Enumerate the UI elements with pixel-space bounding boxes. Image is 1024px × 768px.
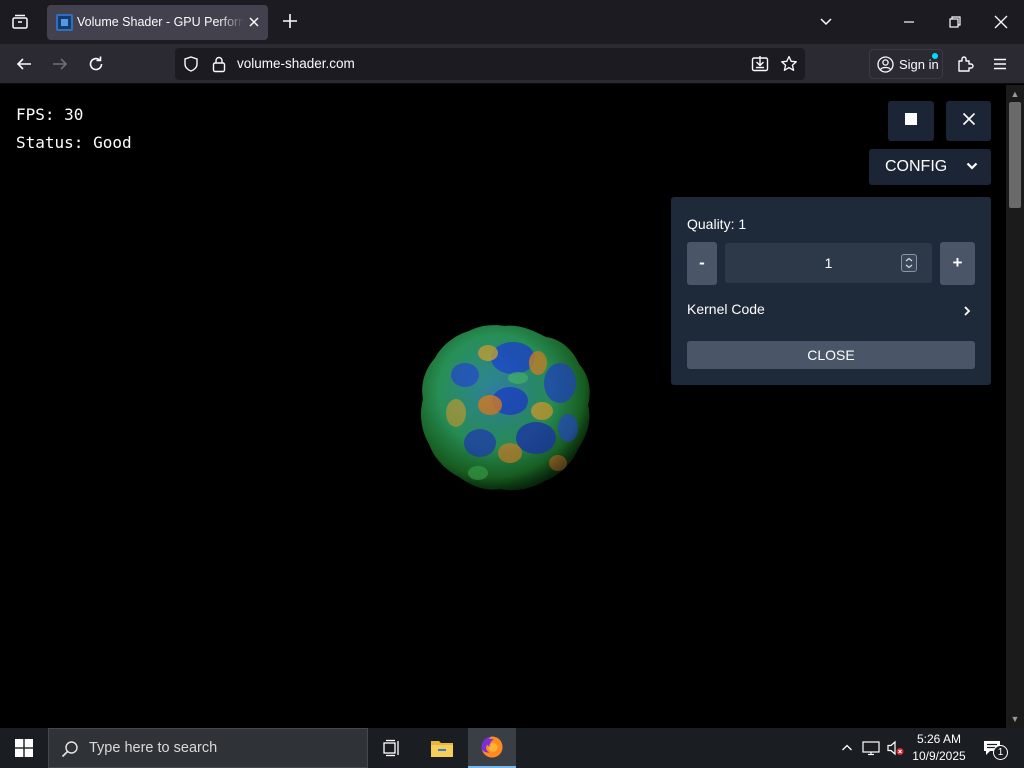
forward-arrow-icon[interactable] [46, 52, 74, 76]
close-view-button[interactable] [946, 101, 991, 141]
chevron-down-icon [965, 159, 979, 173]
scroll-up-arrow-icon[interactable]: ▲ [1010, 89, 1020, 99]
clock-date: 10/9/2025 [912, 749, 966, 763]
minimize-icon[interactable] [886, 0, 932, 44]
stop-button[interactable] [888, 101, 934, 141]
web-page: FPS: 30 Status: Good CONFIG Quality: 1 -… [0, 85, 1006, 728]
clock-time: 5:26 AM [916, 732, 962, 746]
save-page-icon[interactable] [751, 55, 769, 78]
chevron-right-icon [961, 304, 973, 316]
fps-readout: FPS: 30 [16, 105, 84, 124]
network-icon[interactable] [860, 728, 882, 768]
account-icon [877, 56, 894, 76]
screen: Volume Shader - GPU Performance Test [0, 0, 1024, 768]
notification-dot [932, 53, 938, 59]
tracking-shield-icon[interactable] [183, 56, 199, 77]
firefox-taskbar-icon[interactable] [468, 728, 516, 768]
url-text[interactable]: volume-shader.com [237, 56, 355, 71]
address-bar[interactable]: volume-shader.com [175, 48, 805, 80]
task-view-icon[interactable] [368, 728, 416, 768]
browser-tab[interactable]: Volume Shader - GPU Performance Test [47, 5, 268, 40]
browser-tab-bar: Volume Shader - GPU Performance Test [0, 0, 1024, 44]
tab-list-icon[interactable] [8, 10, 32, 34]
close-x-icon [962, 112, 976, 131]
quality-value: 1 [824, 255, 833, 271]
search-icon [61, 740, 79, 762]
new-tab-plus-icon[interactable] [279, 10, 301, 32]
file-explorer-icon[interactable] [418, 728, 466, 768]
volume-muted-icon[interactable] [884, 728, 906, 768]
list-all-tabs-chevron-icon[interactable] [803, 0, 849, 44]
show-hidden-icons-chevron-icon[interactable] [836, 728, 858, 768]
quality-input[interactable]: 1 [725, 243, 932, 283]
page-scrollbar[interactable]: ▲ ▼ [1006, 85, 1024, 728]
extensions-puzzle-icon[interactable] [951, 52, 979, 76]
restore-icon[interactable] [932, 0, 978, 44]
tab-title: Volume Shader - GPU Performance Test [77, 15, 244, 29]
browser-toolbar: volume-shader.com Sign in [0, 44, 1024, 84]
status-readout: Status: Good [16, 133, 132, 152]
tab-close-icon[interactable] [245, 13, 263, 31]
stop-square-icon [905, 112, 917, 130]
sign-in-button[interactable]: Sign in [869, 49, 943, 79]
number-spinner-icon[interactable] [901, 254, 917, 272]
config-panel: Quality: 1 - 1 + Kernel Code CLOSE [671, 197, 991, 385]
search-placeholder: Type here to search [89, 740, 218, 756]
scroll-down-arrow-icon[interactable]: ▼ [1010, 714, 1020, 724]
window-close-icon[interactable] [978, 0, 1024, 44]
kernel-code-toggle[interactable]: Kernel Code [687, 301, 975, 325]
kernel-code-label: Kernel Code [687, 301, 765, 317]
volume-shader-render [418, 323, 592, 493]
taskbar-search-box[interactable]: Type here to search [48, 728, 368, 768]
site-favicon-icon [56, 14, 73, 31]
notification-count-badge: 1 [993, 745, 1008, 760]
config-label: CONFIG [885, 158, 948, 175]
reload-icon[interactable] [82, 52, 110, 76]
quality-increase-button[interactable]: + [940, 242, 975, 285]
config-dropdown-button[interactable]: CONFIG [869, 149, 991, 185]
sign-in-label: Sign in [899, 57, 939, 72]
panel-close-button[interactable]: CLOSE [687, 341, 975, 369]
system-clock[interactable]: 5:26 AM 10/9/2025 [906, 731, 972, 765]
back-arrow-icon[interactable] [10, 52, 38, 76]
hamburger-menu-icon[interactable] [986, 52, 1014, 76]
quality-decrease-button[interactable]: - [687, 242, 717, 285]
bookmark-star-icon[interactable] [780, 55, 798, 78]
scrollbar-thumb[interactable] [1009, 102, 1021, 208]
windows-start-icon[interactable] [0, 728, 48, 768]
windows-taskbar: Type here to search 5:26 AM 10/9/2025 1 [0, 728, 1024, 768]
quality-label: Quality: 1 [687, 216, 747, 232]
lock-icon[interactable] [211, 55, 227, 78]
